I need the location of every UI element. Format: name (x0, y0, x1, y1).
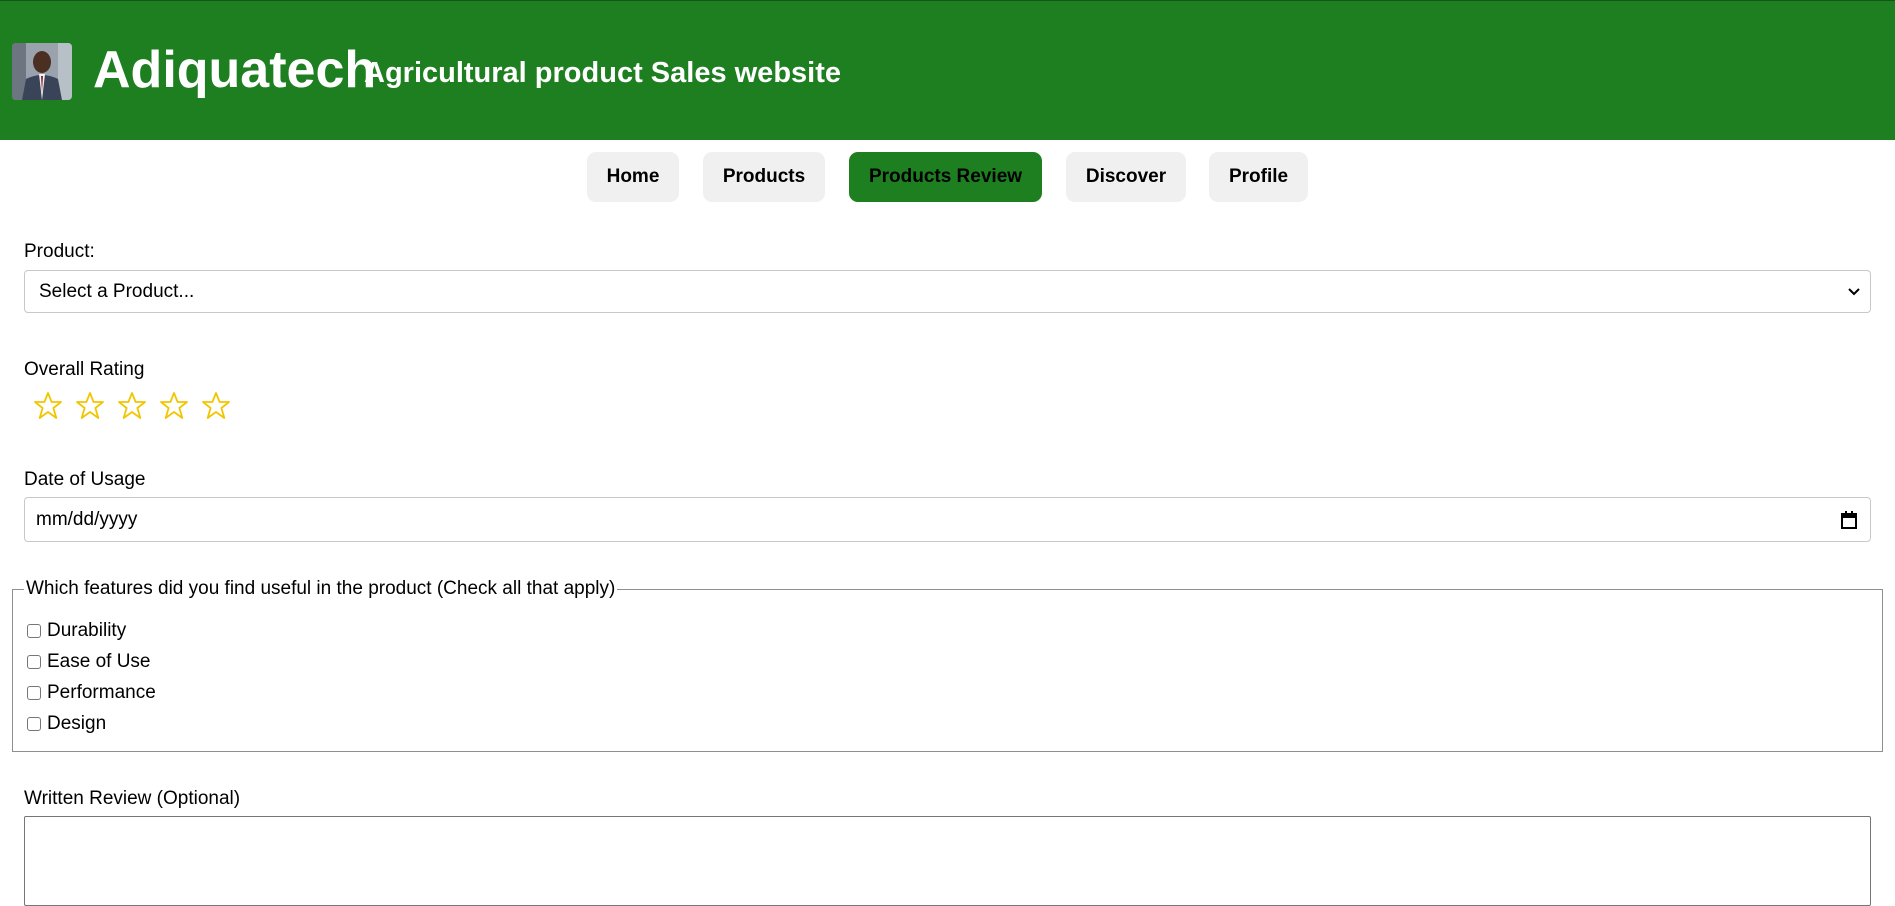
features-legend: Which features did you find useful in th… (24, 578, 618, 600)
durability-label: Durability (47, 620, 127, 641)
site-header: Adiquatech Agricultural product Sales we… (0, 0, 1895, 140)
date-input[interactable]: mm/dd/yyyy (24, 497, 1871, 542)
star-icon[interactable] (111, 386, 153, 426)
product-select[interactable]: Select a Product... (24, 270, 1871, 313)
star-icon[interactable] (195, 386, 237, 426)
feature-option-durability: Durability (27, 619, 126, 643)
star-rating (27, 386, 237, 426)
nav-discover-button[interactable]: Discover (1066, 152, 1186, 202)
feature-option-ease-of-use: Ease of Use (27, 650, 151, 674)
design-label: Design (47, 713, 107, 734)
ease-of-use-label: Ease of Use (47, 651, 151, 672)
written-review-textarea[interactable] (24, 816, 1871, 906)
feature-option-design: Design (27, 712, 106, 736)
star-icon[interactable] (153, 386, 195, 426)
nav-profile-button[interactable]: Profile (1209, 152, 1308, 202)
performance-label: Performance (47, 682, 156, 703)
site-name: Adiquatech (93, 41, 377, 99)
calendar-icon[interactable] (1840, 510, 1858, 530)
nav-home-button[interactable]: Home (587, 152, 679, 202)
star-icon[interactable] (27, 386, 69, 426)
features-fieldset (12, 589, 1883, 752)
avatar (12, 43, 72, 100)
durability-checkbox[interactable] (27, 624, 41, 638)
nav-products-button[interactable]: Products (703, 152, 825, 202)
ease-of-use-checkbox[interactable] (27, 655, 41, 669)
feature-option-performance: Performance (27, 681, 156, 705)
performance-checkbox[interactable] (27, 686, 41, 700)
design-checkbox[interactable] (27, 717, 41, 731)
main-nav: Home Products Products Review Discover P… (0, 152, 1895, 202)
product-label: Product: (24, 241, 95, 262)
product-select-value: Select a Product... (39, 281, 195, 302)
chevron-down-icon (1848, 288, 1860, 296)
date-label: Date of Usage (24, 469, 146, 490)
person-photo-icon (12, 43, 72, 100)
rating-label: Overall Rating (24, 359, 145, 380)
star-icon[interactable] (69, 386, 111, 426)
written-review-label: Written Review (Optional) (24, 788, 241, 809)
nav-products-review-button[interactable]: Products Review (849, 152, 1042, 202)
site-tagline: Agricultural product Sales website (364, 57, 841, 89)
date-input-placeholder: mm/dd/yyyy (36, 509, 138, 530)
